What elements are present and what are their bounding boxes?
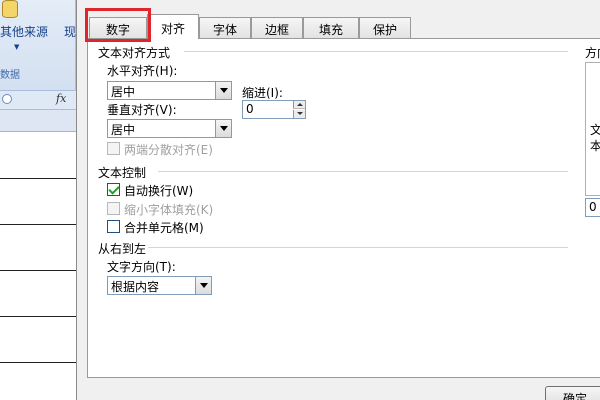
row-divider — [0, 270, 76, 271]
name-box-icon[interactable] — [2, 94, 12, 104]
rtl-title: 从右到左 — [98, 242, 147, 256]
orientation-text-char: 本 — [590, 139, 600, 153]
alignment-panel: 文本对齐方式 水平对齐(H): 居中 缩进(I): 0 垂直对齐(V): 居中 … — [87, 38, 600, 378]
other-sources-button[interactable]: 其他来源 — [0, 23, 48, 40]
ok-button[interactable]: 确定 — [545, 386, 600, 400]
column-header[interactable] — [0, 110, 76, 132]
indent-label: 缩进(I): — [242, 86, 283, 100]
wrap-text-label: 自动换行(W) — [124, 184, 194, 198]
orientation-text-char: 文 — [590, 123, 600, 137]
horizontal-alignment-value: 居中 — [111, 85, 136, 99]
indent-stepper[interactable]: 0 — [242, 100, 306, 119]
format-cells-dialog: 数字 对齐 字体 边框 填充 保护 文本对齐方式 水平对齐(H): 居中 缩进(… — [76, 0, 600, 400]
section-divider — [184, 51, 568, 52]
tab-fill[interactable]: 填充 — [303, 17, 359, 38]
text-alignment-title: 文本对齐方式 — [98, 46, 171, 60]
orientation-title: 方向 — [585, 46, 600, 60]
spin-up-icon[interactable] — [293, 101, 305, 109]
shrink-to-fit-checkbox[interactable] — [107, 202, 120, 215]
vertical-alignment-label: 垂直对齐(V): — [107, 103, 177, 117]
section-divider — [148, 247, 568, 248]
excel-ribbon: 其他来源 ▼ 现 数据 — [0, 0, 76, 92]
tab-highlight-box — [85, 8, 151, 42]
ribbon-group-label: 数据 — [0, 70, 20, 81]
tab-alignment[interactable]: 对齐 — [147, 14, 199, 39]
horizontal-alignment-label: 水平对齐(H): — [107, 64, 178, 78]
text-direction-value: 根据内容 — [111, 280, 160, 294]
merge-cells-label: 合并单元格(M) — [124, 221, 204, 235]
degrees-value[interactable]: 0 — [589, 200, 597, 214]
tab-protection[interactable]: 保护 — [359, 17, 411, 38]
chevron-down-icon[interactable] — [195, 277, 211, 294]
text-direction-label: 文字方向(T): — [107, 260, 176, 274]
vertical-alignment-select[interactable]: 居中 — [107, 119, 232, 138]
tab-border[interactable]: 边框 — [251, 17, 303, 38]
merge-cells-checkbox[interactable] — [107, 220, 120, 233]
row-divider — [0, 224, 76, 225]
worksheet-grid[interactable] — [0, 132, 76, 400]
distributed-checkbox[interactable] — [107, 142, 120, 155]
wrap-text-checkbox[interactable] — [107, 183, 120, 196]
degrees-stepper[interactable]: 0 — [585, 198, 600, 217]
row-divider — [0, 362, 76, 363]
row-divider — [0, 178, 76, 179]
section-divider — [158, 171, 568, 172]
vertical-alignment-value: 居中 — [111, 123, 136, 137]
database-icon — [2, 0, 18, 18]
chevron-down-icon[interactable] — [215, 82, 231, 99]
horizontal-alignment-select[interactable]: 居中 — [107, 81, 232, 100]
tab-font[interactable]: 字体 — [199, 17, 251, 38]
distributed-label: 两端分散对齐(E) — [124, 143, 213, 157]
existing-connections-button[interactable]: 现 — [64, 23, 76, 40]
row-divider — [0, 316, 76, 317]
spin-down-icon[interactable] — [293, 110, 305, 118]
dropdown-arrow-icon[interactable]: ▼ — [14, 43, 19, 51]
indent-value[interactable]: 0 — [246, 102, 254, 116]
text-control-title: 文本控制 — [98, 166, 147, 180]
orientation-box[interactable]: 文 本 — [585, 62, 600, 196]
fx-icon[interactable]: fx — [56, 92, 66, 105]
shrink-to-fit-label: 缩小字体填充(K) — [124, 203, 214, 217]
text-direction-select[interactable]: 根据内容 — [107, 276, 212, 295]
chevron-down-icon[interactable] — [215, 120, 231, 137]
